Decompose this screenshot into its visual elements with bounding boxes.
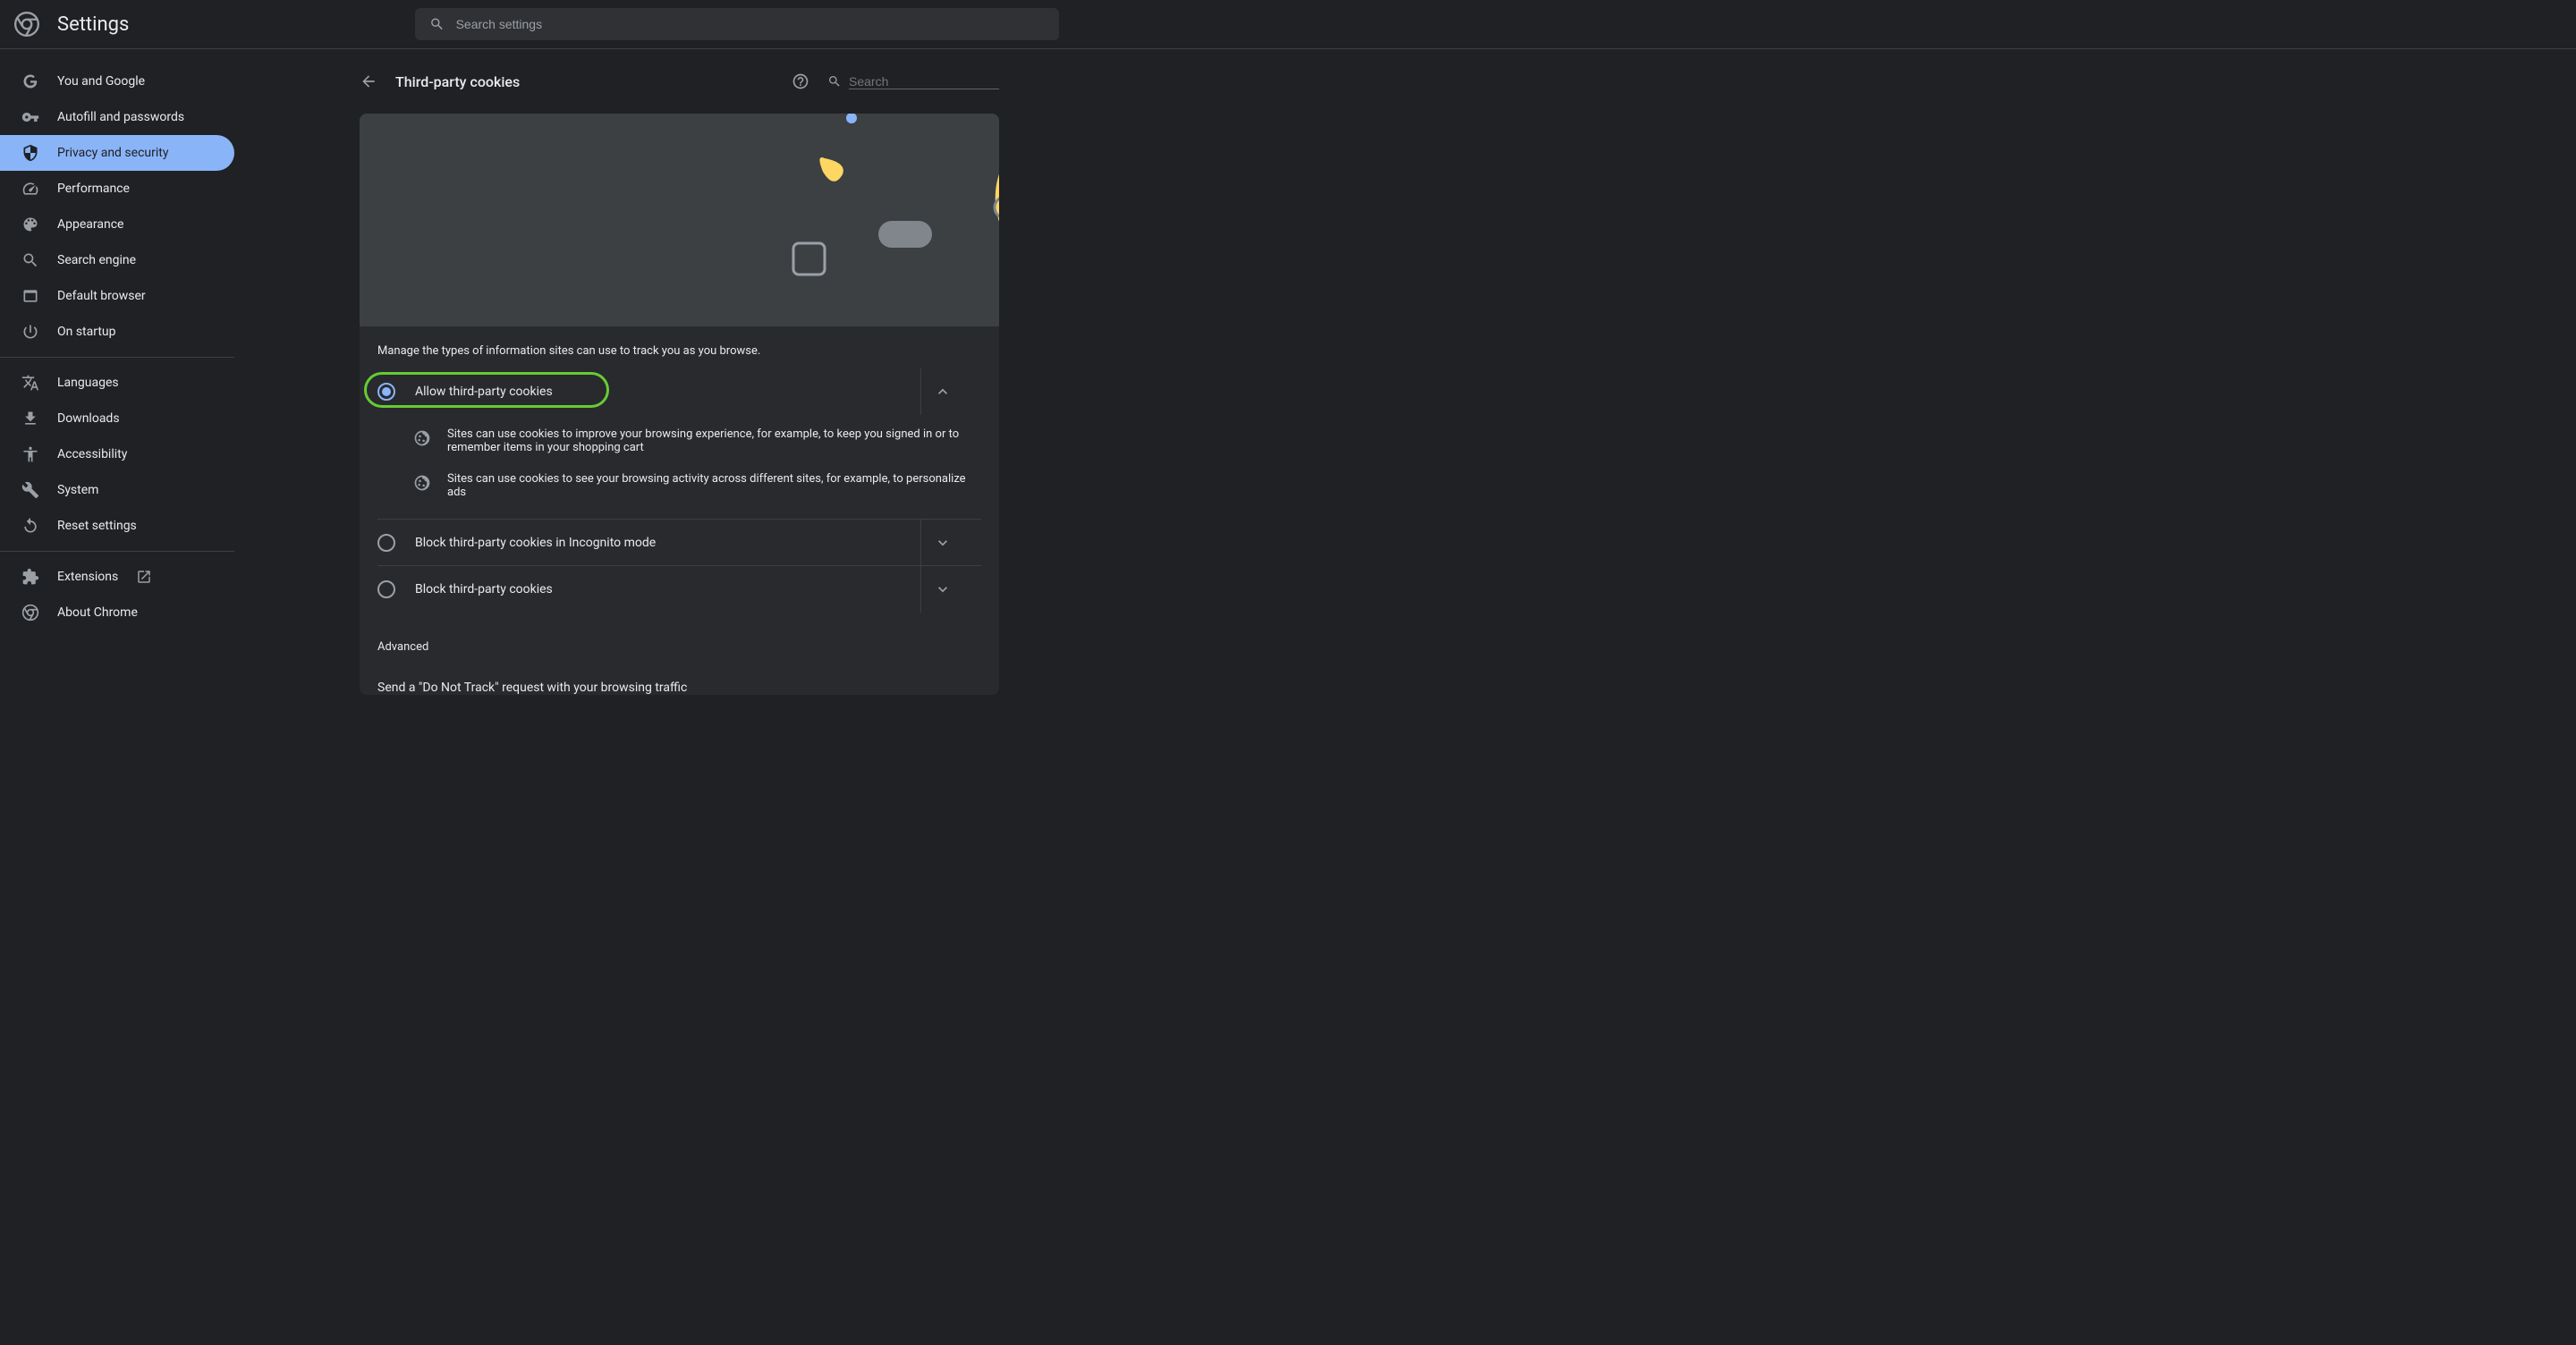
sidebar-item-performance[interactable]: Performance xyxy=(0,171,234,207)
manage-description: Manage the types of information sites ca… xyxy=(360,326,999,363)
expand-button[interactable] xyxy=(920,566,963,613)
advanced-section-label: Advanced xyxy=(360,612,999,664)
chrome-logo-icon xyxy=(14,12,39,37)
sidebar: You and Google Autofill and passwords Pr… xyxy=(0,49,234,1345)
sidebar-item-label: Languages xyxy=(57,376,119,390)
detail-item: Sites can use cookies to improve your br… xyxy=(377,419,981,463)
cookies-card: Manage the types of information sites ca… xyxy=(360,114,999,695)
sidebar-item-appearance[interactable]: Appearance xyxy=(0,207,234,242)
expand-button[interactable] xyxy=(920,520,963,566)
help-icon[interactable] xyxy=(792,72,809,90)
extension-icon xyxy=(21,568,39,586)
radio-button[interactable] xyxy=(377,383,395,401)
chevron-down-icon xyxy=(934,534,952,552)
sidebar-item-label: On startup xyxy=(57,325,116,339)
sidebar-item-label: System xyxy=(57,483,98,497)
cookie-icon xyxy=(413,429,431,447)
accessibility-icon xyxy=(21,445,39,463)
chevron-down-icon xyxy=(934,580,952,598)
panel-header: Third-party cookies xyxy=(360,49,999,114)
sidebar-item-label: Default browser xyxy=(57,289,146,303)
radio-label: Block third-party cookies xyxy=(415,582,920,596)
detail-item: Sites can use cookies to see your browsi… xyxy=(377,463,981,508)
detail-text: Sites can use cookies to see your browsi… xyxy=(447,472,981,499)
sidebar-item-label: Autofill and passwords xyxy=(57,110,184,124)
sidebar-item-downloads[interactable]: Downloads xyxy=(0,401,234,436)
speedometer-icon xyxy=(21,180,39,198)
translate-icon xyxy=(21,374,39,392)
dnt-title: Send a "Do Not Track" request with your … xyxy=(377,681,687,695)
sidebar-item-accessibility[interactable]: Accessibility xyxy=(0,436,234,472)
option-details: Sites can use cookies to improve your br… xyxy=(360,415,999,519)
sidebar-item-reset[interactable]: Reset settings xyxy=(0,508,234,544)
hero-illustration xyxy=(360,114,999,326)
palette-icon xyxy=(21,216,39,233)
sidebar-item-label: Appearance xyxy=(57,217,123,232)
sidebar-item-on-startup[interactable]: On startup xyxy=(0,314,234,350)
sidebar-item-label: Extensions xyxy=(57,570,118,584)
sidebar-item-you-google[interactable]: You and Google xyxy=(0,63,234,99)
panel-search-input[interactable] xyxy=(849,74,999,89)
browser-icon xyxy=(21,287,39,305)
shield-icon xyxy=(21,144,39,162)
sidebar-item-label: Performance xyxy=(57,182,130,196)
sidebar-item-privacy[interactable]: Privacy and security xyxy=(0,135,234,171)
content-area: Third-party cookies xyxy=(234,49,2576,1345)
wrench-icon xyxy=(21,481,39,499)
panel-title: Third-party cookies xyxy=(395,73,774,90)
radio-option-block-all[interactable]: Block third-party cookies xyxy=(377,565,981,612)
radio-button[interactable] xyxy=(377,580,395,598)
radio-label: Block third-party cookies in Incognito m… xyxy=(415,536,920,550)
main-area: You and Google Autofill and passwords Pr… xyxy=(0,49,2576,1345)
download-icon xyxy=(21,410,39,427)
sidebar-item-about[interactable]: About Chrome xyxy=(0,595,234,630)
sidebar-item-languages[interactable]: Languages xyxy=(0,365,234,401)
sidebar-item-default-browser[interactable]: Default browser xyxy=(0,278,234,314)
cookie-icon xyxy=(413,474,431,492)
collapse-button[interactable] xyxy=(920,368,963,415)
sidebar-item-system[interactable]: System xyxy=(0,472,234,508)
sidebar-item-label: Reset settings xyxy=(57,519,137,533)
radio-label: Allow third-party cookies xyxy=(415,385,920,399)
settings-panel: Third-party cookies xyxy=(360,49,999,1345)
back-arrow-icon[interactable] xyxy=(360,72,377,90)
search-icon xyxy=(429,16,445,32)
sidebar-item-label: Downloads xyxy=(57,411,120,426)
search-settings-input[interactable] xyxy=(456,17,1046,31)
search-settings-bar[interactable] xyxy=(415,8,1059,40)
open-external-icon xyxy=(136,569,152,585)
radio-option-allow[interactable]: Allow third-party cookies xyxy=(377,368,981,415)
panel-search[interactable] xyxy=(827,74,999,89)
reset-icon xyxy=(21,517,39,535)
sidebar-item-extensions[interactable]: Extensions xyxy=(0,559,234,595)
search-icon xyxy=(21,251,39,269)
search-icon xyxy=(827,74,842,89)
cookie-illustration-icon xyxy=(360,114,999,326)
key-icon xyxy=(21,108,39,126)
sidebar-item-search-engine[interactable]: Search engine xyxy=(0,242,234,278)
app-root: Settings You and Google Autofill and pas… xyxy=(0,0,2576,1345)
detail-text: Sites can use cookies to improve your br… xyxy=(447,427,981,454)
sidebar-item-autofill[interactable]: Autofill and passwords xyxy=(0,99,234,135)
sidebar-divider xyxy=(0,357,234,358)
sidebar-item-label: Privacy and security xyxy=(57,146,168,160)
power-icon xyxy=(21,323,39,341)
radio-option-block-incognito[interactable]: Block third-party cookies in Incognito m… xyxy=(377,519,981,565)
sidebar-divider xyxy=(0,551,234,552)
google-icon xyxy=(21,72,39,90)
chevron-up-icon xyxy=(934,383,952,401)
top-bar: Settings xyxy=(0,0,2576,49)
app-title: Settings xyxy=(57,13,129,36)
sidebar-item-label: About Chrome xyxy=(57,605,138,620)
radio-button[interactable] xyxy=(377,534,395,552)
sidebar-item-label: You and Google xyxy=(57,74,145,89)
sidebar-item-label: Search engine xyxy=(57,253,136,267)
sidebar-item-label: Accessibility xyxy=(57,447,127,461)
dnt-row[interactable]: Send a "Do Not Track" request with your … xyxy=(377,664,981,695)
chrome-icon xyxy=(21,604,39,622)
